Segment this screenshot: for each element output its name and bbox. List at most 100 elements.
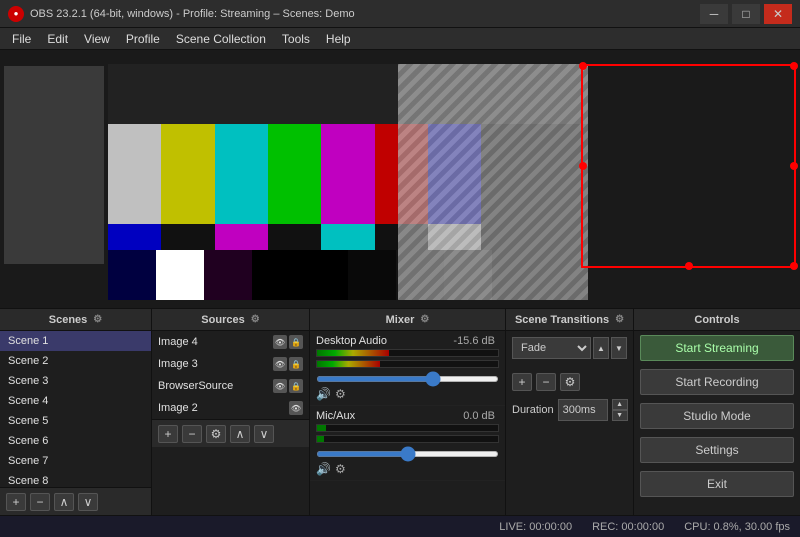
sources-add-button[interactable]: + (158, 425, 178, 443)
transitions-gear-icon[interactable]: ⚙ (615, 314, 624, 325)
settings-button[interactable]: Settings (640, 437, 794, 463)
lock-icon-browser[interactable]: 🔒 (289, 379, 303, 393)
scenes-panel: Scenes ⚙ Scene 1 Scene 2 Scene 3 Scene 4… (0, 309, 152, 515)
mic-aux-header: Mic/Aux 0.0 dB (316, 410, 499, 422)
window-controls: ─ □ ✕ (700, 4, 792, 24)
scene-item-1[interactable]: Scene 1 (0, 331, 151, 351)
mic-aux-volume-slider[interactable] (316, 451, 499, 457)
source-icons-image2: 👁 (289, 401, 303, 415)
sources-config-button[interactable]: ⚙ (206, 425, 226, 443)
menu-file[interactable]: File (4, 28, 39, 50)
scene-item-5[interactable]: Scene 5 (0, 411, 151, 431)
source-name-image2: Image 2 (158, 402, 198, 414)
sources-remove-button[interactable]: − (182, 425, 202, 443)
menu-view[interactable]: View (76, 28, 118, 50)
desktop-audio-db: -15.6 dB (453, 335, 495, 347)
source-item-image3[interactable]: Image 3 👁 🔒 (152, 353, 309, 375)
desktop-audio-settings-icon[interactable]: ⚙ (335, 387, 346, 401)
selection-overlay[interactable] (581, 64, 796, 268)
handle-tr[interactable] (790, 62, 798, 70)
source-name-image3: Image 3 (158, 358, 198, 370)
sources-footer: + − ⚙ ∧ ∨ (152, 419, 309, 447)
live-status: LIVE: 00:00:00 (499, 521, 572, 533)
handle-br[interactable] (790, 262, 798, 270)
lock-icon-image4[interactable]: 🔒 (289, 335, 303, 349)
handle-bm[interactable] (685, 262, 693, 270)
transition-up-btn[interactable]: ▲ (593, 337, 609, 359)
sources-up-button[interactable]: ∧ (230, 425, 250, 443)
scene-item-6[interactable]: Scene 6 (0, 431, 151, 451)
window-title: OBS 23.2.1 (64-bit, windows) - Profile: … (30, 8, 700, 20)
scene-item-7[interactable]: Scene 7 (0, 451, 151, 471)
preview-canvas[interactable] (108, 64, 588, 300)
scenes-up-button[interactable]: ∧ (54, 493, 74, 511)
scenes-remove-button[interactable]: − (30, 493, 50, 511)
scene-item-2[interactable]: Scene 2 (0, 351, 151, 371)
transition-down-btn[interactable]: ▼ (611, 337, 627, 359)
desktop-audio-mute-icon[interactable]: 🔊 (316, 387, 331, 401)
source-item-image2[interactable]: Image 2 👁 (152, 397, 309, 419)
desktop-audio-header: Desktop Audio -15.6 dB (316, 335, 499, 347)
desktop-audio-controls: 🔊 ⚙ (316, 387, 499, 401)
menu-edit[interactable]: Edit (39, 28, 76, 50)
scenes-label: Scenes (49, 314, 88, 326)
scenes-gear-icon[interactable]: ⚙ (93, 314, 102, 325)
sources-label: Sources (201, 314, 244, 326)
duration-label: Duration (512, 404, 554, 416)
source-name-image4: Image 4 (158, 336, 198, 348)
duration-up-btn[interactable]: ▲ (612, 399, 628, 410)
eye-icon-image4[interactable]: 👁 (273, 335, 287, 349)
eye-icon-image3[interactable]: 👁 (273, 357, 287, 371)
duration-input[interactable] (558, 399, 608, 421)
scenes-list: Scene 1 Scene 2 Scene 3 Scene 4 Scene 5 … (0, 331, 151, 487)
cpu-status: CPU: 0.8%, 30.00 fps (684, 521, 790, 533)
menu-scene-collection[interactable]: Scene Collection (168, 28, 274, 50)
menu-profile[interactable]: Profile (118, 28, 168, 50)
rec-status: REC: 00:00:00 (592, 521, 664, 533)
exit-button[interactable]: Exit (640, 471, 794, 497)
desktop-audio-vu2 (316, 360, 499, 368)
mic-aux-controls: 🔊 ⚙ (316, 462, 499, 476)
studio-mode-button[interactable]: Studio Mode (640, 403, 794, 429)
source-icons-image4: 👁 🔒 (273, 335, 303, 349)
mic-aux-settings-icon[interactable]: ⚙ (335, 462, 346, 476)
sources-list: Image 4 👁 🔒 Image 3 👁 🔒 BrowserSource 👁 … (152, 331, 309, 419)
handle-mr[interactable] (790, 162, 798, 170)
source-item-image4[interactable]: Image 4 👁 🔒 (152, 331, 309, 353)
sources-gear-icon[interactable]: ⚙ (251, 314, 260, 325)
eye-icon-image2[interactable]: 👁 (289, 401, 303, 415)
mixer-gear-icon[interactable]: ⚙ (420, 314, 429, 325)
minimize-button[interactable]: ─ (700, 4, 728, 24)
mic-aux-vu (316, 424, 499, 432)
lock-icon-image3[interactable]: 🔒 (289, 357, 303, 371)
scene-item-3[interactable]: Scene 3 (0, 371, 151, 391)
transition-config-button[interactable]: ⚙ (560, 373, 580, 391)
controls-panel: Controls Start Streaming Start Recording… (634, 309, 800, 515)
menu-tools[interactable]: Tools (274, 28, 318, 50)
transition-add-button[interactable]: + (512, 373, 532, 391)
menu-bar: File Edit View Profile Scene Collection … (0, 28, 800, 50)
close-button[interactable]: ✕ (764, 4, 792, 24)
duration-down-btn[interactable]: ▼ (612, 410, 628, 421)
scenes-panel-header: Scenes ⚙ (0, 309, 151, 331)
transition-dropdown[interactable]: Fade Cut Swipe Slide (512, 337, 591, 359)
transition-add-remove: + − ⚙ (506, 369, 633, 395)
sources-down-button[interactable]: ∨ (254, 425, 274, 443)
status-bar: LIVE: 00:00:00 REC: 00:00:00 CPU: 0.8%, … (0, 515, 800, 537)
scenes-down-button[interactable]: ∨ (78, 493, 98, 511)
menu-help[interactable]: Help (318, 28, 359, 50)
transition-remove-button[interactable]: − (536, 373, 556, 391)
start-recording-button[interactable]: Start Recording (640, 369, 794, 395)
maximize-button[interactable]: □ (732, 4, 760, 24)
transitions-panel-header: Scene Transitions ⚙ (506, 309, 633, 331)
scene-item-8[interactable]: Scene 8 (0, 471, 151, 487)
start-streaming-button[interactable]: Start Streaming (640, 335, 794, 361)
scene-item-4[interactable]: Scene 4 (0, 391, 151, 411)
source-item-browser[interactable]: BrowserSource 👁 🔒 (152, 375, 309, 397)
preview-left-panel (4, 66, 104, 264)
mic-aux-mute-icon[interactable]: 🔊 (316, 462, 331, 476)
scenes-add-button[interactable]: + (6, 493, 26, 511)
mic-aux-db: 0.0 dB (463, 410, 495, 422)
eye-icon-browser[interactable]: 👁 (273, 379, 287, 393)
desktop-audio-volume-slider[interactable] (316, 376, 499, 382)
